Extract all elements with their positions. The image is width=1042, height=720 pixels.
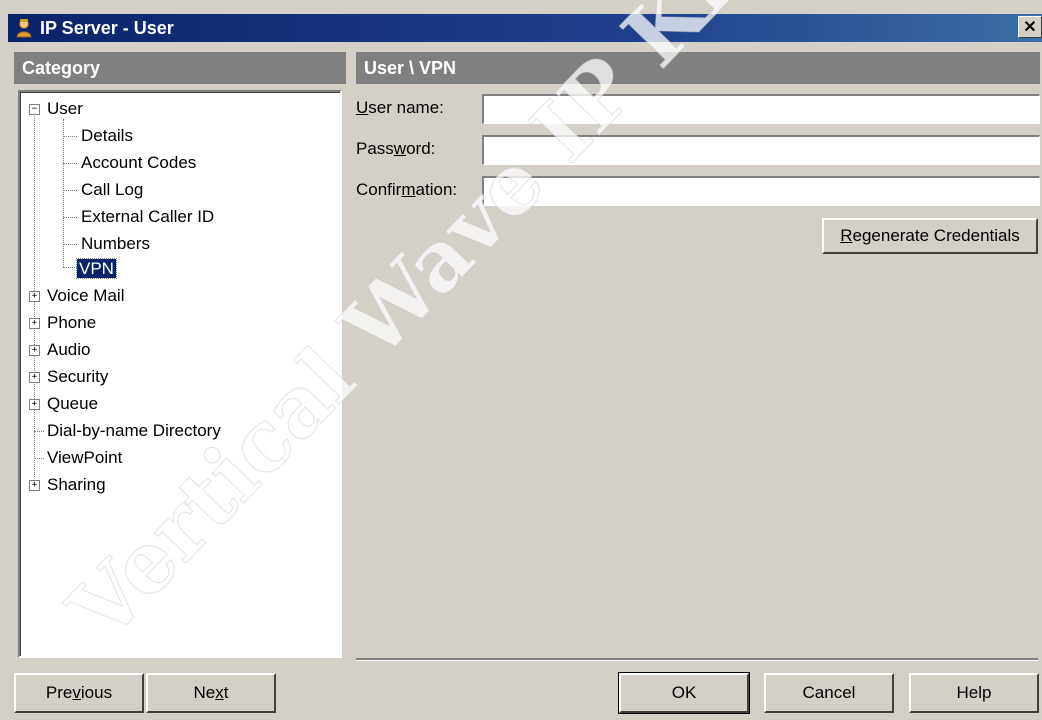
next-button[interactable]: Ne x t [146,673,276,713]
tree-branch [63,136,77,137]
tree-item-audio[interactable]: + Audio [29,337,92,363]
username-label: User name: [356,98,444,118]
category-tree[interactable]: − User Details Account Codes Call Log Ex… [18,90,342,658]
tree-item-label: Audio [47,340,91,359]
tree-item-queue[interactable]: + Queue [29,391,100,417]
ok-label: OK [671,683,697,702]
password-label: Password: [356,139,435,159]
username-label-accesskey: U [356,98,369,117]
expand-icon[interactable]: + [29,372,40,383]
expand-icon[interactable]: + [29,291,40,302]
content-header: User \ VPN [356,52,1040,84]
tree-item-external-caller-id[interactable]: External Caller ID [79,204,216,230]
username-field[interactable] [482,94,1040,124]
tree-item-voice-mail[interactable]: + Voice Mail [29,283,126,309]
tree-item-call-log[interactable]: Call Log [79,177,145,203]
help-button[interactable]: Help [909,673,1039,713]
category-header: Category [14,52,346,84]
regenerate-credentials-button[interactable]: Regenerate Credentials [822,218,1038,254]
ok-button[interactable]: OK [618,672,750,714]
previous-button[interactable]: Pre v ious [14,673,144,713]
close-button[interactable]: ✕ [1018,16,1042,38]
tree-item-label: User [47,99,83,118]
tree-item-details[interactable]: Details [79,123,135,149]
tree-branch [63,217,77,218]
password-label-text-end: ord: [406,139,436,158]
previous-accesskey: v [72,683,81,702]
next-accesskey: x [215,683,224,702]
tree-item-account-codes[interactable]: Account Codes [79,150,198,176]
previous-label-end: ious [80,683,113,702]
expand-icon[interactable]: + [29,399,40,410]
cancel-label: Cancel [802,683,856,702]
tree-item-label: Details [81,126,133,145]
tree-item-label: Account Codes [81,153,197,172]
next-label: Ne [193,683,216,702]
password-label-text: Pass [356,139,394,158]
tree-item-viewpoint[interactable]: ViewPoint [29,445,124,471]
category-header-label: Category [22,57,101,78]
tree-item-label: Security [47,367,109,386]
tree-branch [63,190,77,191]
password-field[interactable] [482,135,1040,165]
tree-item-sharing[interactable]: + Sharing [29,472,108,498]
content-header-label: User \ VPN [364,57,457,78]
user-server-icon [14,18,34,38]
expand-icon[interactable]: + [29,345,40,356]
tree-item-vpn[interactable]: VPN [76,256,117,282]
collapse-icon[interactable]: − [29,104,40,115]
username-label-text: ser name: [368,98,444,117]
tree-item-label: Sharing [47,475,106,494]
tree-item-user[interactable]: − User [29,96,85,122]
confirmation-label-text-end: ation: [415,180,458,199]
cancel-button[interactable]: Cancel [764,673,894,713]
tree-item-label: External Caller ID [81,207,215,226]
expand-icon[interactable]: + [29,318,40,329]
help-label: Help [956,683,992,702]
regenerate-label: egenerate Credentials [852,226,1020,245]
tree-item-label: Numbers [81,234,150,253]
tree-item-dial-by-name-directory[interactable]: Dial-by-name Directory [29,418,223,444]
tree-item-label: ViewPoint [47,448,123,467]
tree-branch [63,244,77,245]
window-title: IP Server - User [40,17,174,38]
confirmation-label-accesskey: m [401,180,416,199]
next-label-end: t [223,683,229,702]
tree-canvas: − User Details Account Codes Call Log Ex… [20,92,340,656]
tree-item-label: Queue [47,394,99,413]
title-bar: IP Server - User ✕ [8,14,1042,42]
tree-item-label: Phone [47,313,97,332]
tree-item-phone[interactable]: + Phone [29,310,98,336]
bottom-separator [356,658,1038,661]
tree-branch [63,267,77,268]
confirmation-field[interactable] [482,176,1040,206]
tree-item-label: Voice Mail [47,286,125,305]
regenerate-accesskey: R [840,226,853,245]
tree-item-numbers[interactable]: Numbers [79,231,152,257]
password-label-accesskey: w [393,139,407,158]
tree-item-label: Call Log [81,180,144,199]
expand-icon[interactable]: + [29,480,40,491]
close-icon: ✕ [1023,19,1037,36]
tree-item-label: VPN [76,258,117,279]
tree-item-security[interactable]: + Security [29,364,110,390]
tree-item-label: Dial-by-name Directory [47,421,221,440]
tree-branch [63,163,77,164]
previous-label: Pre [45,683,73,702]
confirmation-label-text: Confir [356,180,402,199]
confirmation-label: Confirmation: [356,180,457,200]
